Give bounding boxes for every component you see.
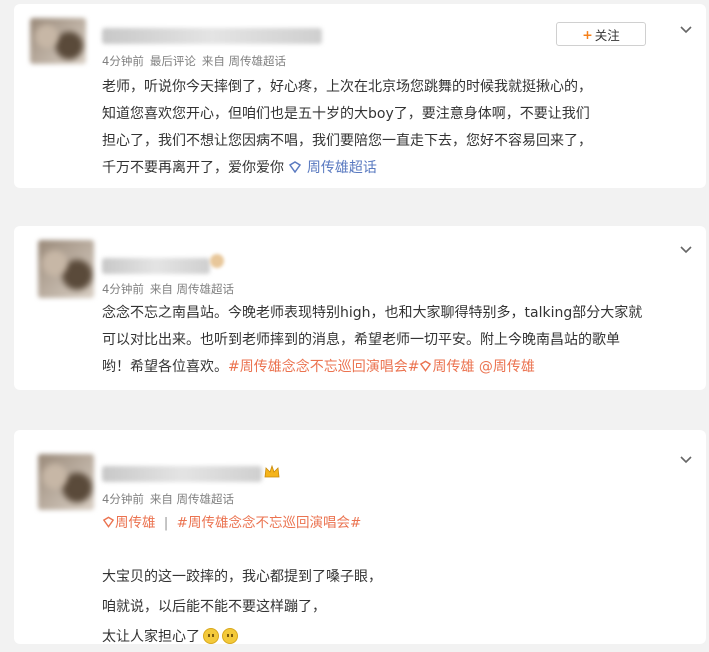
chevron-down-icon[interactable]: [678, 242, 694, 258]
avatar[interactable]: [38, 454, 94, 510]
post-body: 念念不忘之南昌站。今晚老师表现特别high，也和大家聊得特别多，talking部…: [102, 300, 642, 381]
chevron-down-icon[interactable]: [678, 452, 694, 468]
plus-icon: +: [582, 26, 593, 42]
post-line: 担心了，我们不想让您因病不唱，我们要陪您一直走下去，您好不容易回来了，: [102, 133, 592, 149]
post-time[interactable]: 4分钟前: [102, 282, 144, 296]
crying-emoji-icon: [203, 628, 219, 644]
post-meta: 4分钟前 最后评论 来自 周传雄超话: [102, 53, 292, 69]
username-blurred[interactable]: [102, 28, 322, 44]
post-body: 大宝贝的这一跤摔的，我心都提到了嗓子眼， 咱就说，以后能不能不要这样蹦了， 太让…: [102, 562, 382, 652]
post-meta: 4分钟前 来自 周传雄超话: [102, 281, 240, 297]
post-line: 大宝贝的这一跤摔的，我心都提到了嗓子眼，: [102, 569, 382, 585]
follow-button[interactable]: + 关注: [556, 22, 646, 46]
post-line: 可以对比出来。也听到老师摔到的消息，希望老师一切平安。附上今晚南昌站的歌单: [102, 332, 620, 348]
username-blurred[interactable]: [102, 466, 262, 482]
post-line: 咱就说，以后能不能不要这样蹦了，: [102, 599, 326, 615]
hashtag-link[interactable]: #周传雄念念不忘巡回演唱会#: [228, 359, 419, 375]
super-topic-label: 周传雄超话: [306, 160, 377, 176]
post-source[interactable]: 来自 周传雄超话: [150, 282, 234, 296]
post-card-3: 4分钟前 来自 周传雄超话 周传雄 | #周传雄念念不忘巡回演唱会# 大宝贝的这一…: [14, 430, 706, 645]
super-topic-link[interactable]: 周传雄: [102, 515, 156, 531]
post-body: 老师，听说你今天摔倒了，好心疼，上次在北京场您跳舞的时候我就挺揪心的， 知道您喜…: [102, 74, 592, 182]
post-source[interactable]: 来自 周传雄超话: [150, 492, 234, 506]
mention-link[interactable]: @周传雄: [479, 359, 535, 375]
super-topic-label: 周传雄: [115, 515, 156, 531]
post-meta: 4分钟前 来自 周传雄超话: [102, 491, 240, 507]
post-time[interactable]: 4分钟前: [102, 492, 144, 506]
follow-label: 关注: [594, 27, 620, 43]
post-source[interactable]: 来自 周传雄超话: [202, 54, 286, 68]
super-topic-icon: [102, 516, 115, 528]
super-topic-icon: [289, 161, 302, 174]
separator: |: [163, 515, 169, 531]
super-topic-link[interactable]: 周传雄: [419, 359, 474, 375]
avatar[interactable]: [38, 240, 94, 298]
post-time[interactable]: 4分钟前: [102, 54, 144, 68]
username-blurred[interactable]: [102, 258, 210, 274]
post-tag: 最后评论: [149, 54, 196, 68]
post-line: 太让人家担心了: [102, 629, 200, 645]
crying-emoji-icon: [222, 628, 238, 644]
post-line: 老师，听说你今天摔倒了，好心疼，上次在北京场您跳舞的时候我就挺揪心的，: [102, 79, 592, 95]
post-line: 知道您喜欢您开心，但咱们也是五十岁的大boy了，要注意身体啊，不要让我们: [102, 106, 590, 122]
post-card-2: 4分钟前 来自 周传雄超话 念念不忘之南昌站。今晚老师表现特别high，也和大家聊…: [14, 226, 706, 390]
post-line: 千万不要再离开了，爱你爱你: [102, 160, 289, 176]
post-card-1: + 关注 4分钟前 最后评论 来自 周传雄超话 老师，听说你今天摔倒了，好心疼，上次…: [14, 4, 706, 188]
post-line: 哟！希望各位喜欢。: [102, 359, 228, 375]
super-topic-label: 周传雄: [432, 359, 475, 375]
crown-icon: [264, 464, 280, 483]
super-topic-link[interactable]: 周传雄超话: [288, 160, 377, 176]
chevron-down-icon[interactable]: [678, 22, 694, 38]
badge-icon: [210, 254, 224, 268]
avatar[interactable]: [30, 18, 86, 64]
post-tags: 周传雄 | #周传雄念念不忘巡回演唱会#: [102, 510, 361, 537]
super-topic-icon: [420, 360, 432, 372]
post-line: 念念不忘之南昌站。今晚老师表现特别high，也和大家聊得特别多，talking部…: [102, 305, 643, 321]
hashtag-link[interactable]: #周传雄念念不忘巡回演唱会#: [177, 515, 362, 531]
